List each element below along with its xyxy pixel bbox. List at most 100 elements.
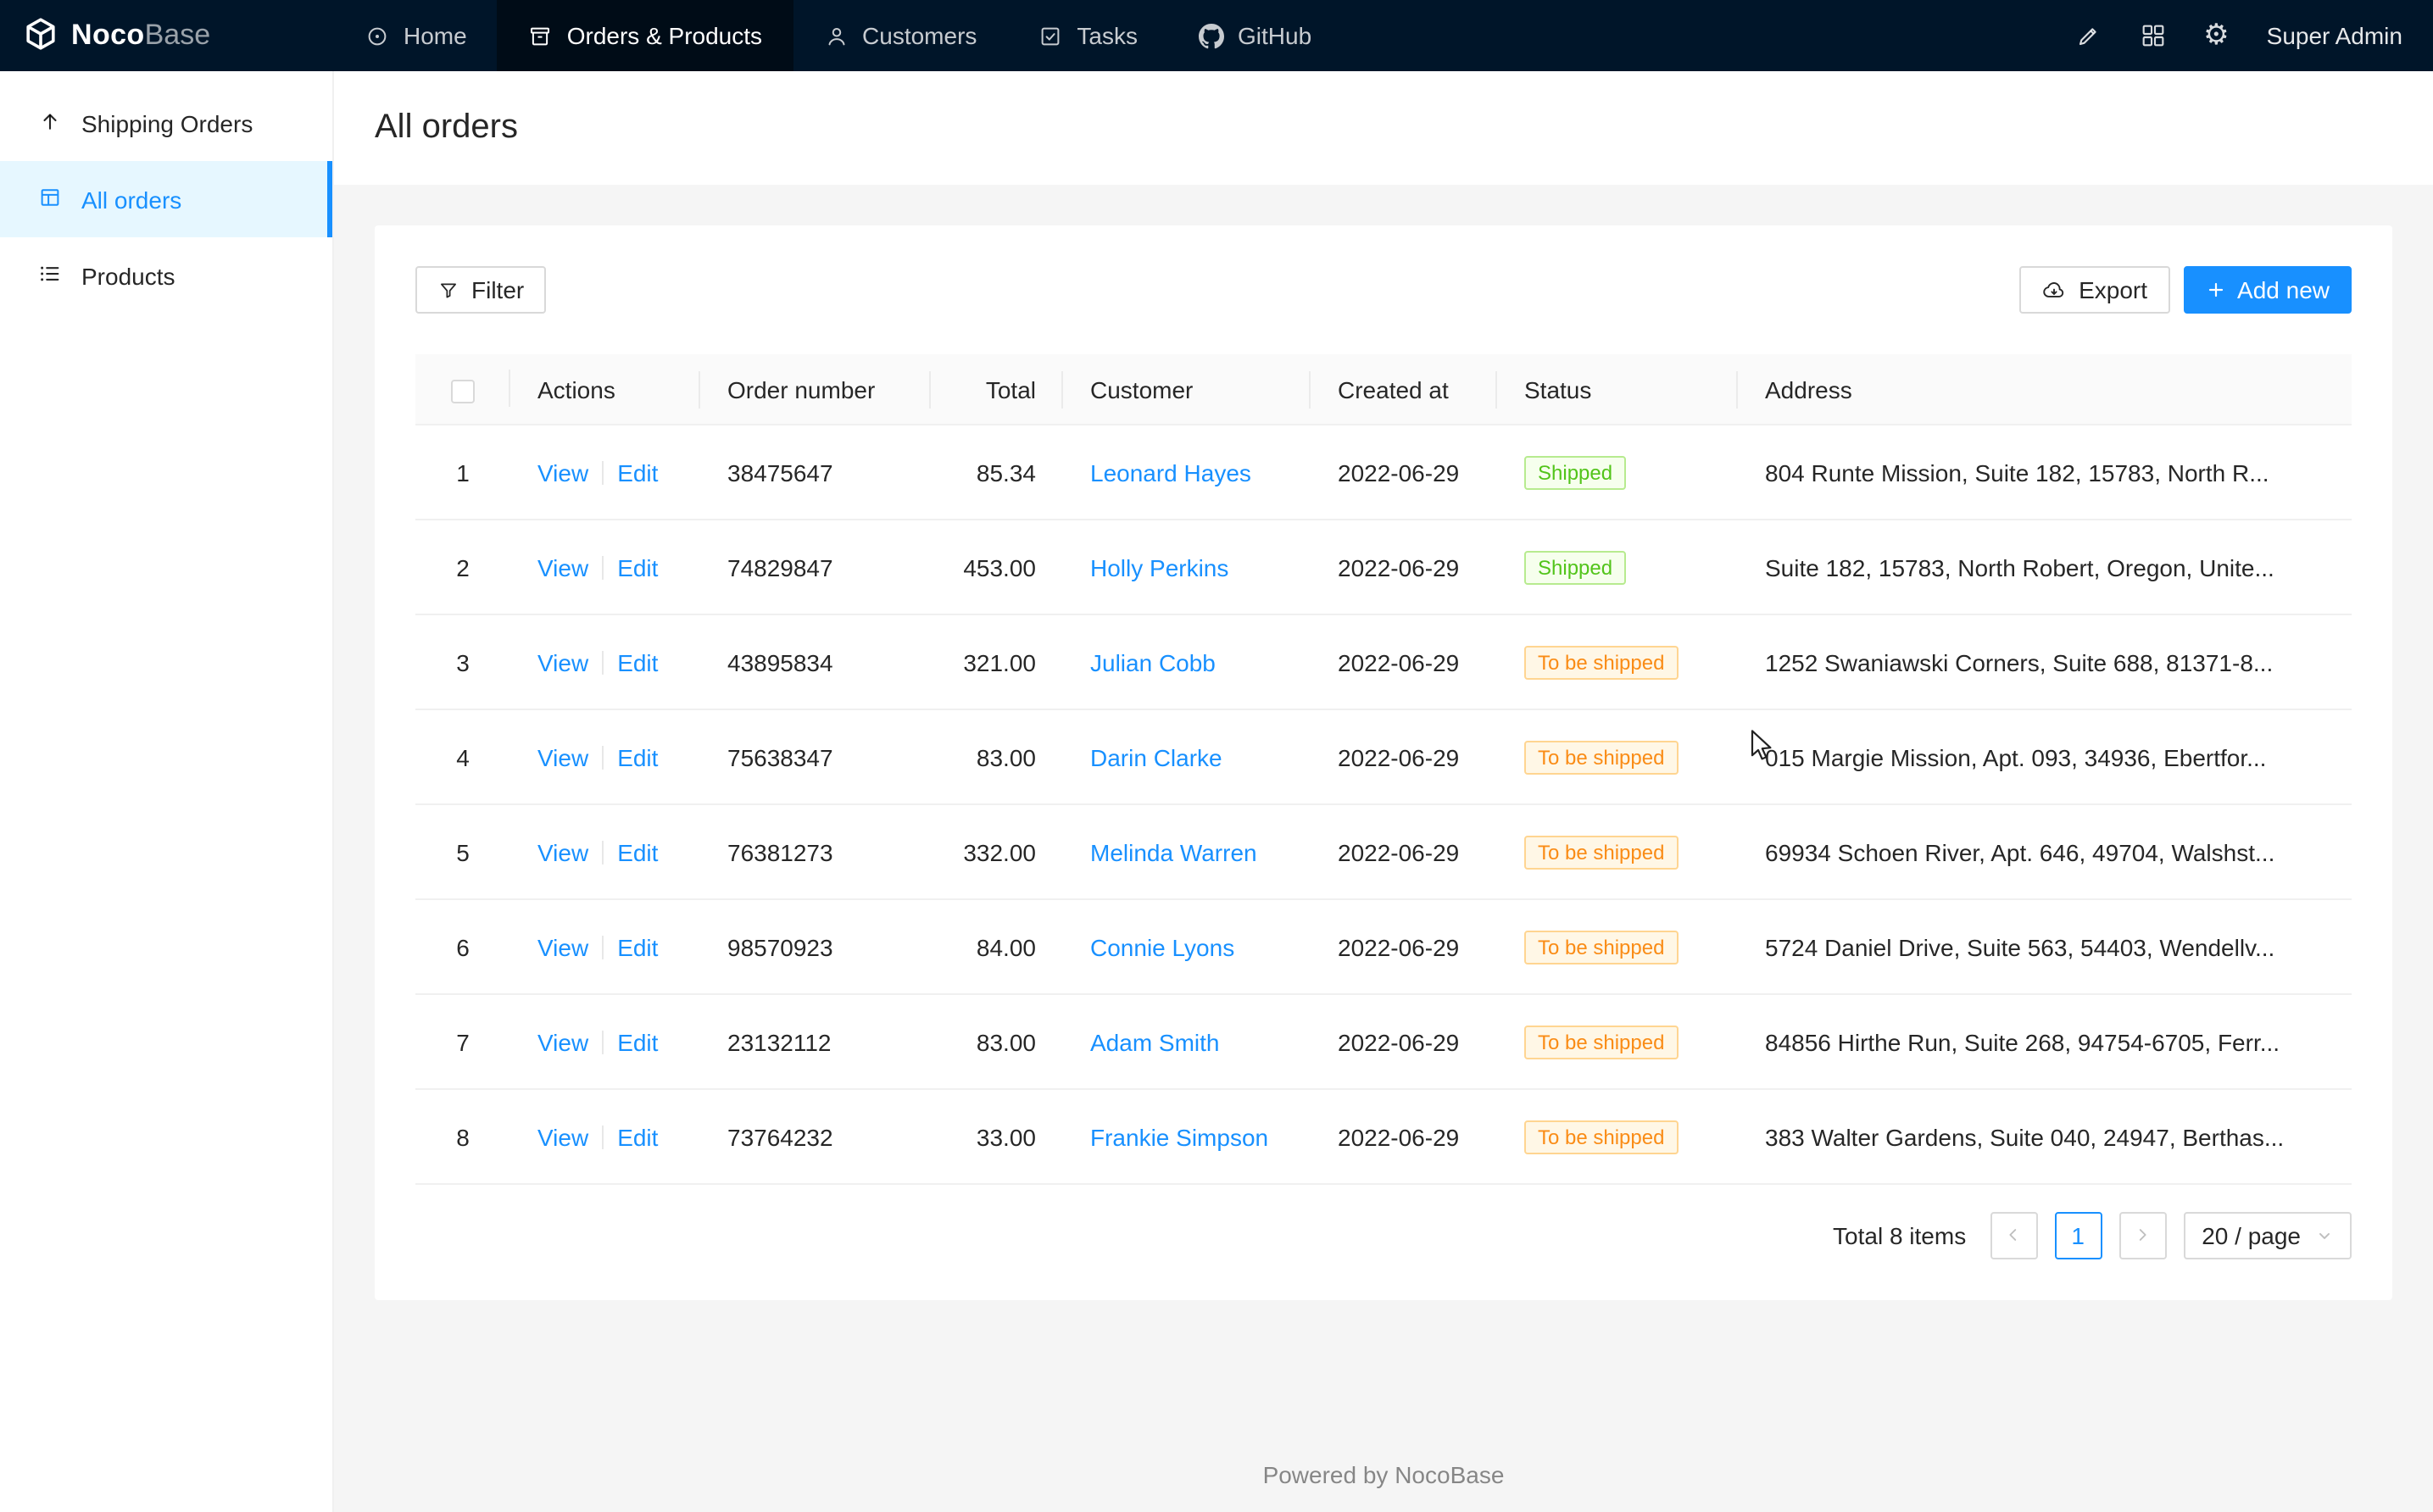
table-icon <box>37 184 63 214</box>
customer-link[interactable]: Julian Cobb <box>1090 648 1216 675</box>
sidebar-item-shipping-orders[interactable]: Shipping Orders <box>0 85 332 161</box>
edit-link[interactable]: Edit <box>617 648 658 675</box>
pagination-prev-button[interactable] <box>1990 1212 2037 1259</box>
row-actions: View Edit <box>510 933 700 960</box>
toolbar-right: Export Add new <box>2019 266 2352 314</box>
chevron-right-icon <box>2133 1222 2152 1249</box>
address-cell: Suite 182, 15783, North Robert, Oregon, … <box>1738 553 2352 581</box>
total-cell: 83.00 <box>931 743 1063 770</box>
content-body: Filter Export <box>334 185 2433 1512</box>
pagination-next-button[interactable] <box>2118 1212 2166 1259</box>
brand[interactable]: NocoBase <box>0 0 334 71</box>
view-link[interactable]: View <box>537 933 588 960</box>
page-size-select[interactable]: 20 / page <box>2183 1212 2352 1259</box>
address-cell: 383 Walter Gardens, Suite 040, 24947, Be… <box>1738 1123 2352 1150</box>
select-all-checkbox[interactable] <box>451 379 475 403</box>
edit-link[interactable]: Edit <box>617 1123 658 1150</box>
add-new-button[interactable]: Add new <box>2183 266 2352 314</box>
address-cell: 69934 Schoen River, Apt. 646, 49704, Wal… <box>1738 838 2352 865</box>
row-actions: View Edit <box>510 459 700 486</box>
view-link[interactable]: View <box>537 553 588 581</box>
nav-item-customers[interactable]: Customers <box>793 0 1007 71</box>
row-index: 5 <box>415 838 510 865</box>
row-index: 2 <box>415 553 510 581</box>
created-at-cell: 2022-06-29 <box>1311 553 1497 581</box>
export-button[interactable]: Export <box>2019 266 2169 314</box>
filter-button[interactable]: Filter <box>415 266 546 314</box>
customer-link[interactable]: Holly Perkins <box>1090 553 1228 581</box>
row-index: 6 <box>415 933 510 960</box>
status-cell: To be shipped <box>1497 740 1738 774</box>
action-divider <box>602 935 604 959</box>
page-footer: Powered by NocoBase <box>334 1431 2433 1512</box>
filter-icon <box>437 279 459 301</box>
created-at-cell: 2022-06-29 <box>1311 1028 1497 1055</box>
page-size-value: 20 / page <box>2202 1222 2301 1249</box>
row-index: 1 <box>415 459 510 486</box>
github-icon <box>1199 23 1224 48</box>
nav-item-github[interactable]: GitHub <box>1168 0 1342 71</box>
pagination-total: Total 8 items <box>1833 1222 1966 1249</box>
topbar-actions: ⚙ Super Admin <box>2074 0 2433 71</box>
customer-link[interactable]: Adam Smith <box>1090 1028 1220 1055</box>
total-cell: 84.00 <box>931 933 1063 960</box>
pagination-page-1[interactable]: 1 <box>2054 1212 2102 1259</box>
nav-item-tasks[interactable]: Tasks <box>1007 0 1168 71</box>
edit-link[interactable]: Edit <box>617 459 658 486</box>
user-menu[interactable]: Super Admin <box>2267 22 2402 49</box>
chevron-down-icon <box>2316 1227 2333 1244</box>
status-cell: To be shipped <box>1497 645 1738 679</box>
highlighter-icon[interactable] <box>2074 22 2102 49</box>
created-at-cell: 2022-06-29 <box>1311 743 1497 770</box>
row-actions: View Edit <box>510 1028 700 1055</box>
customer-link[interactable]: Connie Lyons <box>1090 933 1234 960</box>
header-total: Total <box>931 375 1063 403</box>
row-actions: View Edit <box>510 1123 700 1150</box>
status-cell: To be shipped <box>1497 835 1738 869</box>
edit-link[interactable]: Edit <box>617 1028 658 1055</box>
edit-link[interactable]: Edit <box>617 933 658 960</box>
customer-cell: Connie Lyons <box>1063 933 1311 960</box>
view-link[interactable]: View <box>537 838 588 865</box>
status-badge: To be shipped <box>1524 1025 1678 1059</box>
table-row: 2 ViewEdit 74829847 453.00 Holly Perkins <box>415 520 2352 615</box>
edit-link[interactable]: Edit <box>617 743 658 770</box>
action-divider <box>602 460 604 484</box>
customer-link[interactable]: Frankie Simpson <box>1090 1123 1268 1150</box>
view-link[interactable]: View <box>537 1028 588 1055</box>
nav-item-orders-products[interactable]: Orders & Products <box>498 0 793 71</box>
order-number-cell: 73764232 <box>700 1123 931 1150</box>
blocks-icon[interactable] <box>2139 22 2166 49</box>
add-new-button-label: Add new <box>2237 276 2330 303</box>
created-at-cell: 2022-06-29 <box>1311 838 1497 865</box>
address-cell: 1252 Swaniawski Corners, Suite 688, 8137… <box>1738 648 2352 675</box>
customer-link[interactable]: Darin Clarke <box>1090 743 1222 770</box>
view-link[interactable]: View <box>537 1123 588 1150</box>
total-cell: 33.00 <box>931 1123 1063 1150</box>
sidebar-item-label: All orders <box>81 186 181 213</box>
row-index: 3 <box>415 648 510 675</box>
view-link[interactable]: View <box>537 743 588 770</box>
edit-link[interactable]: Edit <box>617 838 658 865</box>
page-header: All orders <box>334 71 2433 185</box>
orders-card: Filter Export <box>375 225 2392 1300</box>
orders-products-icon <box>528 23 554 48</box>
action-divider <box>602 555 604 579</box>
nav-item-home[interactable]: Home <box>334 0 498 71</box>
header-order-number: Order number <box>700 375 931 403</box>
customer-link[interactable]: Melinda Warren <box>1090 838 1257 865</box>
created-at-cell: 2022-06-29 <box>1311 933 1497 960</box>
view-link[interactable]: View <box>537 459 588 486</box>
home-icon <box>365 23 390 48</box>
sidebar-item-products[interactable]: Products <box>0 237 332 314</box>
sidebar-item-all-orders[interactable]: All orders <box>0 161 332 237</box>
header-actions: Actions <box>510 375 700 403</box>
address-cell: 5724 Daniel Drive, Suite 563, 54403, Wen… <box>1738 933 2352 960</box>
view-link[interactable]: View <box>537 648 588 675</box>
row-index: 7 <box>415 1028 510 1055</box>
app: NocoBase Home Orders & Products <box>0 0 2433 1512</box>
edit-link[interactable]: Edit <box>617 553 658 581</box>
customer-link[interactable]: Leonard Hayes <box>1090 459 1251 486</box>
settings-gear-icon[interactable]: ⚙ <box>2203 21 2230 50</box>
nav-item-label: Home <box>404 22 467 49</box>
